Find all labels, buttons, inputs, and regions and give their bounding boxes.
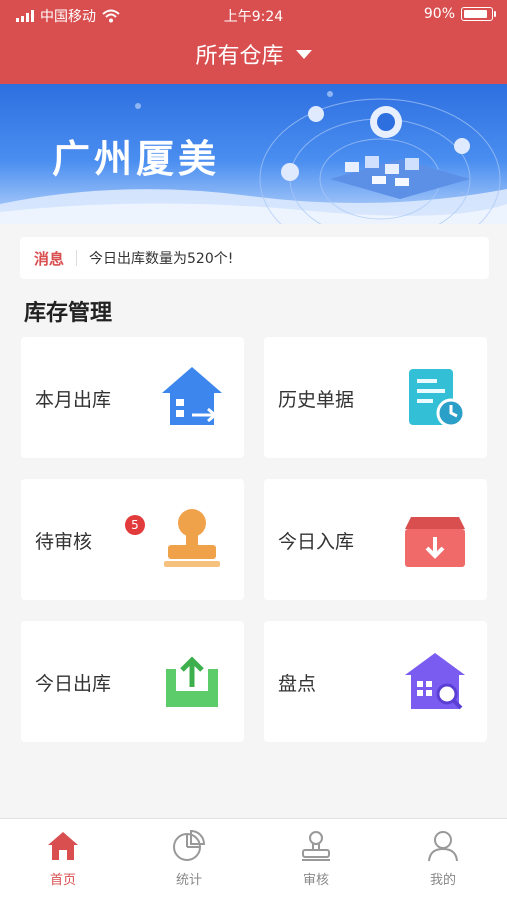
card-label: 今日出库 (35, 673, 112, 695)
banner[interactable]: 广州厦美 (0, 84, 507, 224)
banner-brand: 广州厦美 (52, 137, 221, 181)
tab-statistics[interactable]: 统计 (126, 829, 252, 888)
tab-label: 统计 (175, 873, 202, 888)
pie-chart-icon (173, 829, 206, 861)
card-history-documents[interactable]: 历史单据 (264, 337, 487, 458)
card-pending-review[interactable]: 待审核 5 (21, 479, 244, 600)
pending-count-badge: 5 (125, 515, 145, 535)
warehouse-title: 所有仓库 (195, 44, 284, 69)
tray-upload-icon (166, 656, 218, 707)
card-monthly-outbound[interactable]: 本月出库 (21, 337, 244, 458)
tab-label: 审核 (302, 873, 329, 888)
notice-tag: 消息 (34, 249, 65, 268)
tab-profile[interactable]: 我的 (380, 829, 506, 888)
tab-review[interactable]: 审核 (253, 829, 379, 888)
battery-percent: 90% (423, 6, 455, 22)
card-stocktaking[interactable]: 盘点 (264, 621, 487, 742)
house-export-icon (162, 367, 222, 425)
card-label: 盘点 (278, 673, 317, 695)
section-title: 库存管理 (24, 301, 113, 326)
caret-down-icon (295, 49, 312, 59)
warehouse-selector[interactable]: 所有仓库 (0, 36, 507, 72)
battery-icon (461, 7, 496, 21)
notice-bar[interactable]: 消息 今日出库数量为520个! (20, 237, 489, 279)
card-label: 本月出库 (35, 389, 112, 411)
top-bar: 中国移动 上午9:24 90% 所有仓库 (0, 0, 507, 84)
warehouse-search-icon (405, 653, 465, 710)
notice-message: 今日出库数量为520个! (89, 251, 234, 267)
stamp-icon (164, 509, 220, 567)
bottom-tab-bar: 首页 统计 审核 我的 (0, 818, 507, 900)
inbox-download-icon (405, 517, 465, 567)
card-label: 历史单据 (278, 389, 355, 411)
card-today-inbound[interactable]: 今日入库 (264, 479, 487, 600)
card-label: 待审核 (35, 531, 93, 553)
tab-label: 首页 (49, 873, 76, 888)
card-today-outbound[interactable]: 今日出库 (21, 621, 244, 742)
card-label: 今日入库 (278, 531, 355, 553)
document-clock-icon (409, 369, 466, 428)
tab-home[interactable]: 首页 (0, 829, 126, 888)
status-bar: 中国移动 上午9:24 90% (0, 0, 507, 28)
user-icon (428, 831, 458, 862)
stamp-icon (302, 831, 330, 861)
notice-divider (76, 250, 78, 266)
home-icon (48, 832, 78, 860)
tab-label: 我的 (429, 873, 456, 888)
